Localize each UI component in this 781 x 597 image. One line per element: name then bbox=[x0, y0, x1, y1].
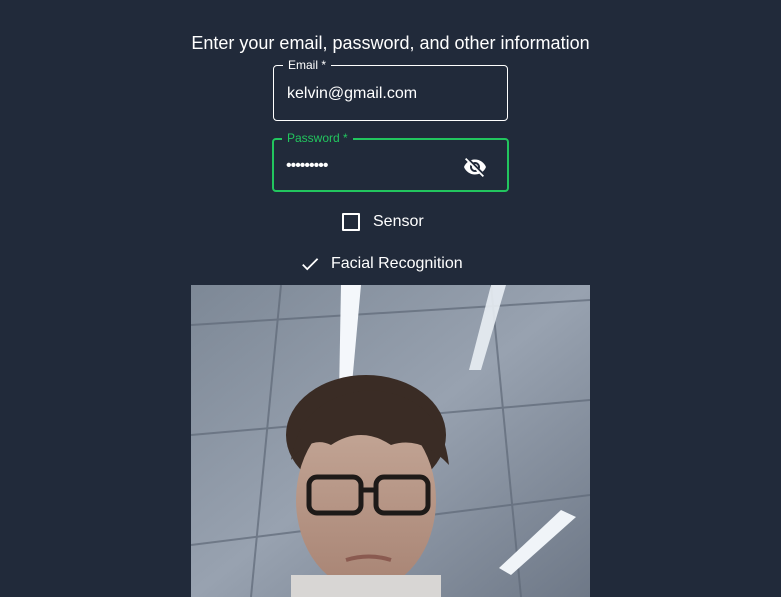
email-field[interactable]: Email * bbox=[273, 59, 508, 121]
camera-preview bbox=[191, 285, 590, 597]
facial-recognition-option[interactable]: Facial Recognition bbox=[299, 253, 463, 275]
checkmark-icon bbox=[302, 258, 319, 271]
facial-recognition-label: Facial Recognition bbox=[331, 255, 463, 272]
password-field[interactable]: Password * bbox=[272, 132, 509, 192]
sensor-label: Sensor bbox=[373, 213, 424, 230]
sensor-option[interactable]: Sensor bbox=[341, 211, 424, 233]
email-input[interactable] bbox=[287, 85, 477, 103]
password-input[interactable] bbox=[286, 157, 446, 175]
auth-page: Enter your email, password, and other in… bbox=[0, 0, 781, 597]
webcam-feed-image bbox=[191, 285, 590, 597]
sensor-checkbox[interactable] bbox=[342, 213, 360, 231]
email-label: Email * bbox=[283, 59, 332, 72]
toggle-password-visibility-button[interactable] bbox=[463, 155, 487, 179]
password-label: Password * bbox=[282, 132, 353, 145]
page-heading: Enter your email, password, and other in… bbox=[191, 33, 590, 53]
visibility-off-icon bbox=[464, 158, 486, 177]
